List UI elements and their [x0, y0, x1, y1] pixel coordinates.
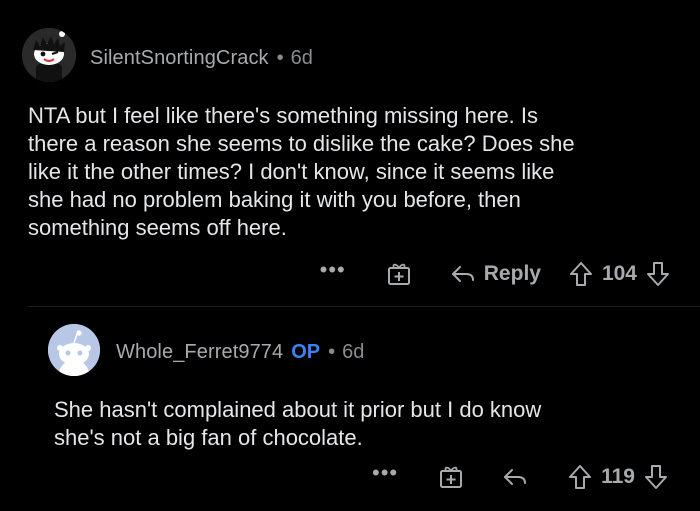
award-button[interactable]	[438, 464, 464, 490]
vote-score: 119	[601, 465, 635, 488]
award-icon	[387, 263, 410, 285]
user-avatar[interactable]	[22, 28, 76, 82]
comment-body: NTA but I feel like there's something mi…	[28, 103, 575, 240]
upvote-arrow-icon	[569, 262, 592, 286]
upvote-arrow-icon	[569, 465, 592, 489]
reply-arrow-icon	[504, 469, 527, 485]
comment-meta: SilentSnortingCrack • 6d	[90, 44, 313, 72]
reply-label: Reply	[483, 262, 541, 285]
reply-arrow-icon	[451, 266, 474, 282]
award-button[interactable]	[386, 261, 412, 287]
award-icon	[440, 466, 463, 488]
upvote-button[interactable]	[568, 464, 592, 490]
snoo-avatar-icon	[22, 28, 76, 82]
separator-dot: •	[328, 340, 336, 363]
user-avatar[interactable]	[48, 324, 100, 376]
more-options-button[interactable]: •••	[372, 462, 398, 484]
comment-body: She hasn't complained about it prior but…	[54, 397, 542, 450]
username[interactable]: Whole_Ferret9774	[116, 341, 283, 364]
reply-button[interactable]	[502, 466, 528, 488]
separator-dot: •	[276, 46, 284, 69]
upvote-button[interactable]	[569, 261, 593, 287]
comment-age: 6d	[342, 340, 365, 363]
more-options-button[interactable]: •••	[320, 259, 346, 281]
reply-button[interactable]: Reply	[450, 262, 541, 286]
username[interactable]: SilentSnortingCrack	[90, 47, 269, 70]
comment: SilentSnortingCrack • 6d NTA but I feel …	[0, 0, 700, 300]
downvote-arrow-icon	[647, 262, 669, 286]
comment-actions: ••• Reply 104	[320, 258, 670, 290]
op-badge: OP	[291, 340, 321, 363]
downvote-button[interactable]	[644, 464, 668, 490]
default-snoo-avatar-icon	[48, 324, 100, 376]
comment-actions: ••• 119	[372, 461, 668, 493]
downvote-button[interactable]	[646, 261, 670, 287]
comment-age: 6d	[290, 46, 313, 69]
vote-score: 104	[601, 262, 637, 285]
downvote-arrow-icon	[645, 465, 667, 489]
comment-meta: Whole_Ferret9774 OP • 6d	[116, 338, 364, 366]
